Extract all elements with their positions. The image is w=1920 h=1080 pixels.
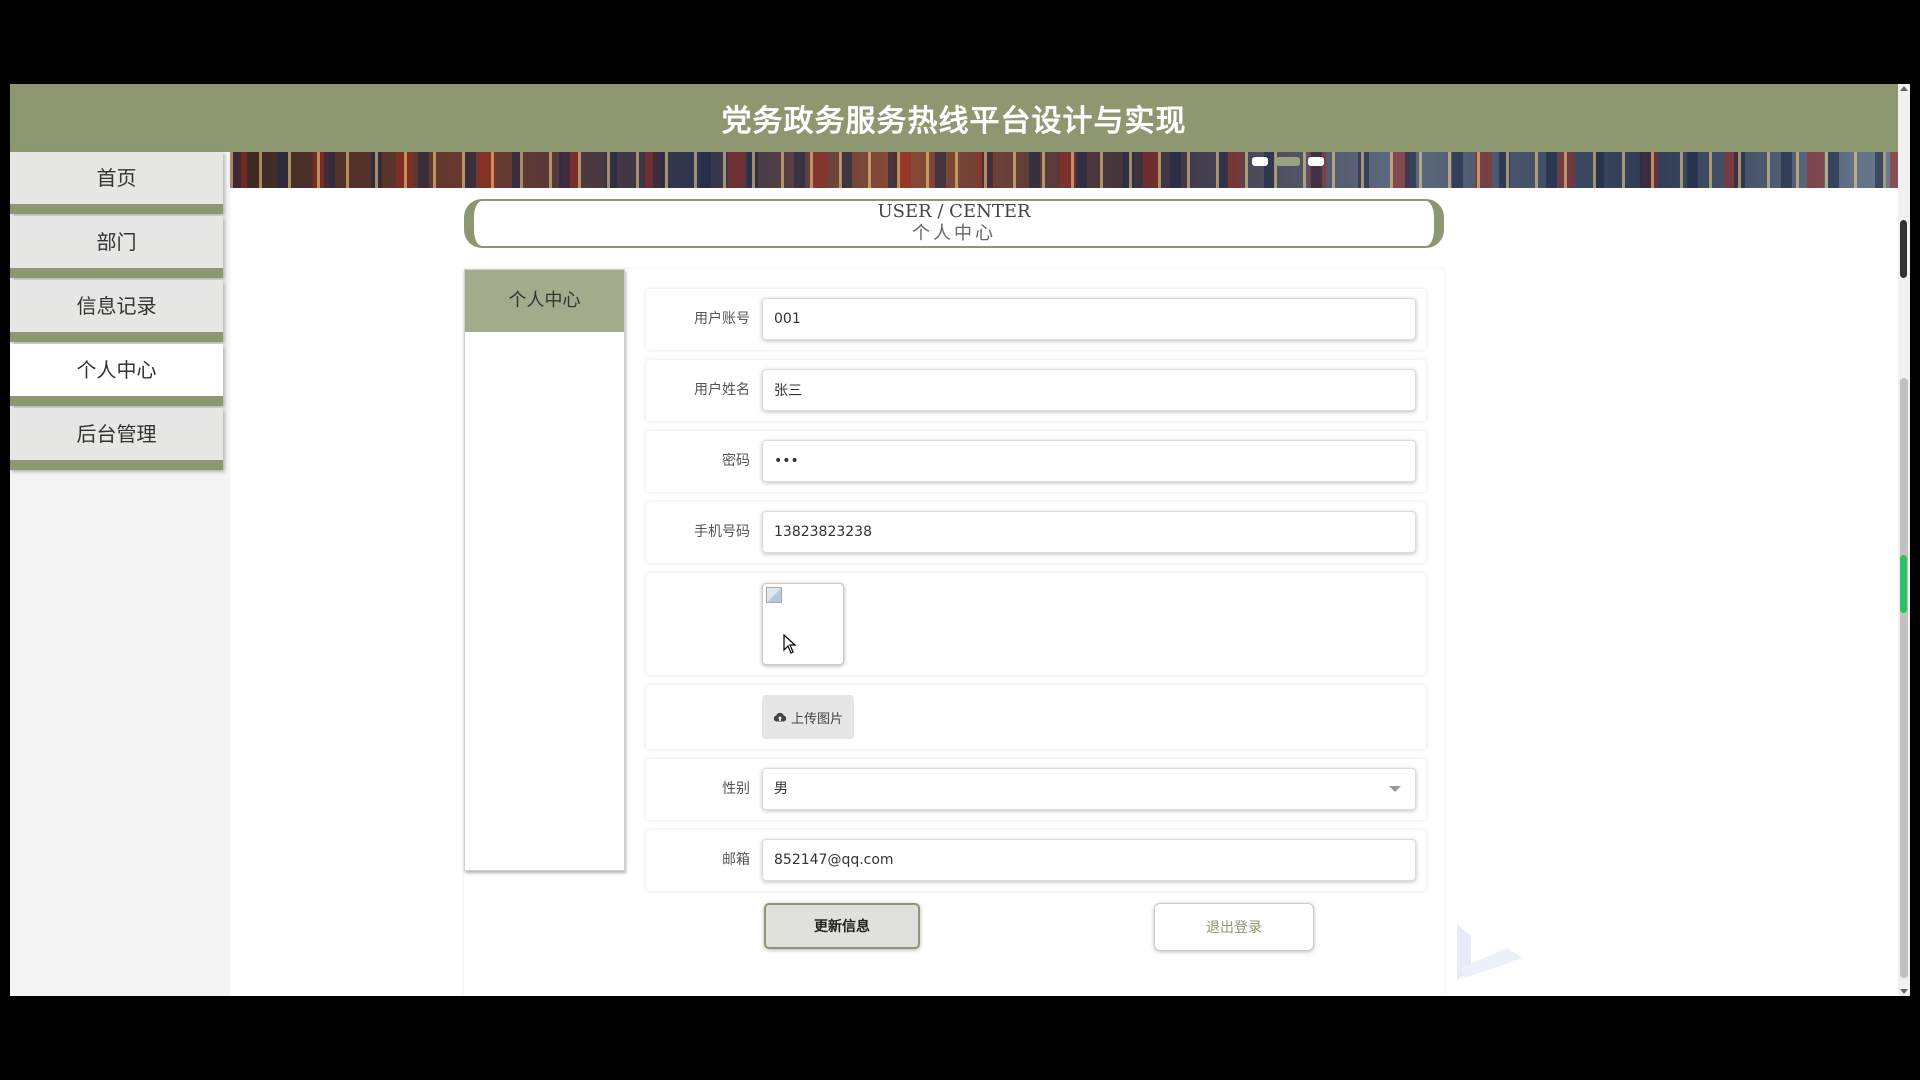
banner-carousel xyxy=(230,152,1898,188)
edge-handle-green[interactable] xyxy=(1900,555,1907,613)
phone-label: 手机号码 xyxy=(694,524,750,540)
browser-viewport: 党务政务服务热线平台设计与实现 首页 部门 信息记录 个人中心 后台管理 USE… xyxy=(10,84,1910,996)
menu-item-user-center[interactable]: 个人中心 xyxy=(465,270,624,332)
upload-image-label: 上传图片 xyxy=(790,711,843,727)
password-label: 密码 xyxy=(722,453,750,469)
gender-label: 性别 xyxy=(722,781,750,797)
form-row-phone: 手机号码 xyxy=(646,502,1426,563)
phone-input[interactable] xyxy=(762,511,1416,553)
name-label: 用户姓名 xyxy=(694,382,750,398)
form-row-password: 密码 xyxy=(646,431,1426,492)
form-row-avatar xyxy=(646,573,1426,675)
form-actions: 更新信息 退出登录 xyxy=(646,901,1426,961)
upload-image-button[interactable]: 上传图片 xyxy=(762,695,854,739)
carousel-dot-1[interactable] xyxy=(1252,157,1268,166)
cloud-upload-icon xyxy=(773,712,787,722)
sidebar-item-department[interactable]: 部门 xyxy=(10,216,223,278)
section-title-en: USER / CENTER xyxy=(877,201,1031,222)
sidebar-item-admin[interactable]: 后台管理 xyxy=(10,408,223,470)
name-input[interactable] xyxy=(762,369,1416,411)
carousel-dot-3[interactable] xyxy=(1308,157,1324,166)
sidebar-item-user-center[interactable]: 个人中心 xyxy=(10,344,223,406)
scroll-up-icon[interactable] xyxy=(1900,86,1908,91)
carousel-indicators xyxy=(1252,157,1324,166)
carousel-dot-2[interactable] xyxy=(1276,157,1300,166)
form-row-email: 邮箱 xyxy=(646,830,1426,891)
mouse-cursor-icon xyxy=(783,634,797,654)
account-label: 用户账号 xyxy=(694,311,750,327)
user-center-panel: 个人中心 用户账号 用户姓名 密码 手机号码 xyxy=(464,269,1444,996)
email-label: 邮箱 xyxy=(722,852,750,868)
form-row-upload: 上传图片 xyxy=(646,685,1426,749)
scroll-down-icon[interactable] xyxy=(1900,989,1908,994)
gender-select[interactable]: 男 xyxy=(762,768,1416,810)
broken-image-icon xyxy=(766,587,782,603)
form-row-name: 用户姓名 xyxy=(646,360,1426,421)
user-center-menu: 个人中心 xyxy=(464,269,625,871)
edge-handle-dark[interactable] xyxy=(1900,220,1907,278)
gender-selected-value: 男 xyxy=(774,781,788,797)
logout-button[interactable]: 退出登录 xyxy=(1154,903,1314,951)
sidebar-nav: 首页 部门 信息记录 个人中心 后台管理 xyxy=(10,152,230,996)
watermark-logo-icon xyxy=(1457,924,1523,980)
scrollbar-thumb[interactable] xyxy=(1900,378,1908,978)
chevron-down-icon xyxy=(1389,786,1401,792)
site-header: 党务政务服务热线平台设计与实现 xyxy=(10,84,1898,152)
avatar-image[interactable] xyxy=(762,583,844,665)
email-input[interactable] xyxy=(762,839,1416,881)
section-title-cn: 个人中心 xyxy=(912,223,996,244)
sidebar-item-home[interactable]: 首页 xyxy=(10,152,223,214)
site-title: 党务政务服务热线平台设计与实现 xyxy=(721,104,1187,139)
form-row-gender: 性别 男 xyxy=(646,759,1426,820)
sidebar-item-info-records[interactable]: 信息记录 xyxy=(10,280,223,342)
profile-form: 用户账号 用户姓名 密码 手机号码 xyxy=(646,289,1426,961)
form-row-account: 用户账号 xyxy=(646,289,1426,350)
update-info-button[interactable]: 更新信息 xyxy=(764,903,920,949)
section-title-box: USER / CENTER 个人中心 xyxy=(464,199,1444,248)
account-input[interactable] xyxy=(762,298,1416,340)
password-input[interactable] xyxy=(762,440,1416,482)
